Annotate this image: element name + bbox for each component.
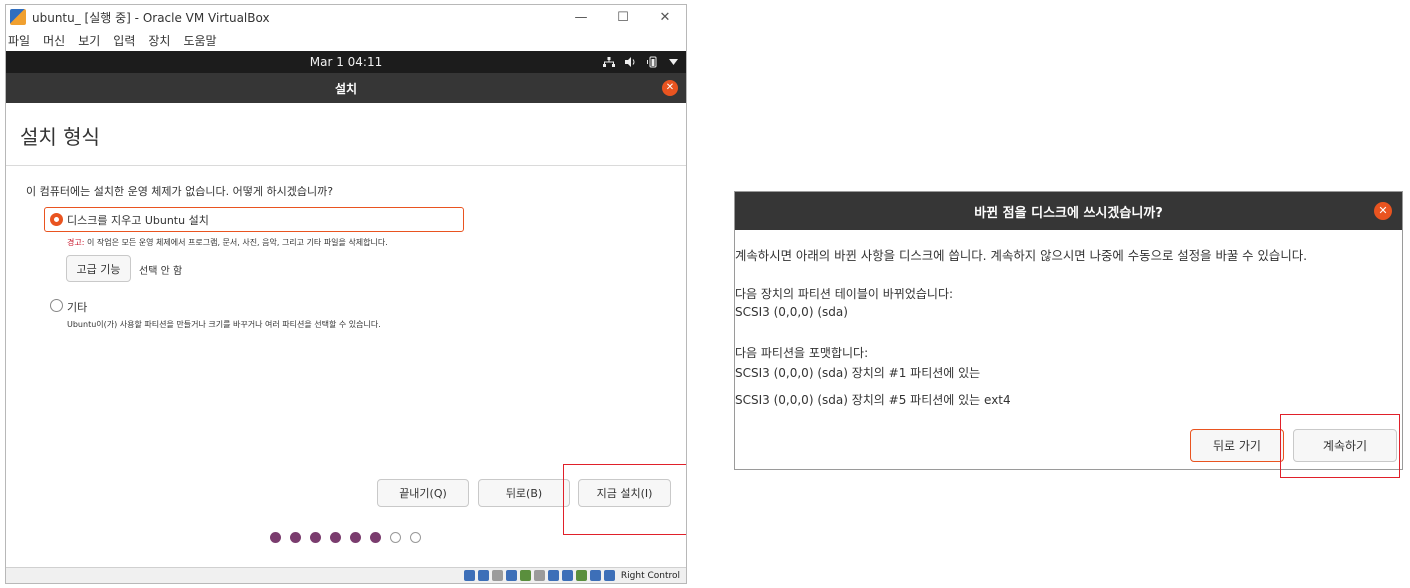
installer-header: 설치 ✕ xyxy=(6,73,686,103)
dialog-header: 바뀐 점을 디스크에 쓰시겠습니까? ✕ xyxy=(735,192,1402,230)
window-title: ubuntu_ [실행 중] - Oracle VM VirtualBox xyxy=(32,10,270,25)
cpu-icon[interactable] xyxy=(575,570,587,581)
progress-dot xyxy=(350,532,361,543)
optical-drive-icon[interactable] xyxy=(477,570,489,581)
warning-body: 이 작업은 모든 운영 체제에서 프로그램, 문서, 사진, 음악, 그리고 기… xyxy=(84,238,388,247)
dropdown-icon xyxy=(669,59,678,65)
menu-bar: 파일 머신 보기 입력 장치 도움말 xyxy=(6,29,686,51)
quit-button[interactable]: 끝내기(Q) xyxy=(377,479,469,507)
menu-view[interactable]: 보기 xyxy=(78,32,100,49)
partition-table-heading: 다음 장치의 파티션 테이블이 바뀌었습니다: xyxy=(735,287,954,301)
progress-dots xyxy=(270,532,421,543)
radio-erase-disk[interactable] xyxy=(50,213,63,226)
option-something-else-label[interactable]: 기타 xyxy=(67,299,87,315)
highlight-box xyxy=(1280,414,1400,478)
radio-something-else[interactable] xyxy=(50,299,63,312)
close-icon[interactable]: ✕ xyxy=(662,80,678,96)
menu-machine[interactable]: 머신 xyxy=(43,32,65,49)
progress-dot xyxy=(370,532,381,543)
go-back-button[interactable]: 뒤로 가기 xyxy=(1190,429,1284,462)
virtualbox-logo-icon xyxy=(10,9,26,25)
dialog-message: 계속하시면 아래의 바뀐 사항을 디스크에 씁니다. 계속하지 않으시면 나중에… xyxy=(735,248,1308,263)
battery-icon xyxy=(647,56,657,68)
back-button[interactable]: 뒤로(B) xyxy=(478,479,570,507)
shared-folder-icon[interactable] xyxy=(533,570,545,581)
mouse-integration-icon[interactable] xyxy=(589,570,601,581)
format-heading: 다음 파티션을 포맷합니다: xyxy=(735,346,869,360)
close-icon[interactable]: ✕ xyxy=(644,10,686,25)
audio-icon[interactable] xyxy=(491,570,503,581)
virtualbox-status-bar: Right Control xyxy=(6,567,686,583)
clock[interactable]: Mar 1 04:11 xyxy=(310,55,383,69)
option-something-else-description: Ubuntu이(가) 사용할 파티션을 만들거나 크기를 바꾸거나 여러 파티션… xyxy=(67,320,381,329)
installer-body: 설치 형식 이 컴퓨터에는 설치한 운영 체제가 없습니다. 어떻게 하시겠습니… xyxy=(6,103,686,543)
partition-table-device: SCSI3 (0,0,0) (sda) xyxy=(735,305,848,319)
format-partition-5: SCSI3 (0,0,0) (sda) 장치의 #5 파티션에 있는 ext4 xyxy=(735,393,1011,407)
virtualbox-window: ubuntu_ [실행 중] - Oracle VM VirtualBox — … xyxy=(5,4,687,584)
close-icon[interactable]: ✕ xyxy=(1374,202,1392,220)
menu-input[interactable]: 입력 xyxy=(113,32,135,49)
host-key-label: Right Control xyxy=(620,570,680,581)
menu-devices[interactable]: 장치 xyxy=(148,32,170,49)
installer-question: 이 컴퓨터에는 설치한 운영 체제가 없습니다. 어떻게 하시겠습니까? xyxy=(26,185,334,198)
volume-icon xyxy=(625,57,635,67)
advanced-features-button[interactable]: 고급 기능 xyxy=(66,255,131,282)
menu-help[interactable]: 도움말 xyxy=(183,32,216,49)
window-controls: — ☐ ✕ xyxy=(560,10,686,25)
usb-icon[interactable] xyxy=(519,570,531,581)
progress-dot xyxy=(290,532,301,543)
progress-dot xyxy=(270,532,281,543)
progress-dot xyxy=(310,532,321,543)
network-adapter-icon[interactable] xyxy=(505,570,517,581)
network-icon xyxy=(603,57,615,67)
progress-dot xyxy=(410,532,421,543)
installer-header-title: 설치 xyxy=(334,81,358,96)
ubuntu-top-bar: Mar 1 04:11 xyxy=(6,51,686,73)
advanced-features-status: 선택 안 함 xyxy=(139,266,183,277)
dialog-title: 바뀐 점을 디스크에 쓰시겠습니까? xyxy=(974,205,1163,221)
divider xyxy=(6,165,686,166)
system-tray[interactable] xyxy=(603,51,678,73)
menu-file[interactable]: 파일 xyxy=(8,32,30,49)
progress-dot xyxy=(330,532,341,543)
recording-icon[interactable] xyxy=(561,570,573,581)
minimize-icon[interactable]: — xyxy=(560,10,602,25)
format-partition-1: SCSI3 (0,0,0) (sda) 장치의 #1 파티션에 있는 xyxy=(735,366,981,380)
warning-text: 경고: 이 작업은 모든 운영 체제에서 프로그램, 문서, 사진, 음악, 그… xyxy=(67,237,388,248)
maximize-icon[interactable]: ☐ xyxy=(602,10,644,25)
window-titlebar: ubuntu_ [실행 중] - Oracle VM VirtualBox — … xyxy=(6,5,686,29)
page-title: 설치 형식 xyxy=(20,125,100,149)
progress-dot xyxy=(390,532,401,543)
highlight-box xyxy=(563,464,686,535)
option-erase-disk-label[interactable]: 디스크를 지우고 Ubuntu 설치 xyxy=(67,212,209,228)
screenshot-root: ubuntu_ [실행 중] - Oracle VM VirtualBox — … xyxy=(0,0,1410,588)
hard-disk-icon[interactable] xyxy=(463,570,475,581)
display-icon[interactable] xyxy=(547,570,559,581)
warning-prefix: 경고: xyxy=(67,238,85,247)
keyboard-capture-icon[interactable] xyxy=(603,570,615,581)
